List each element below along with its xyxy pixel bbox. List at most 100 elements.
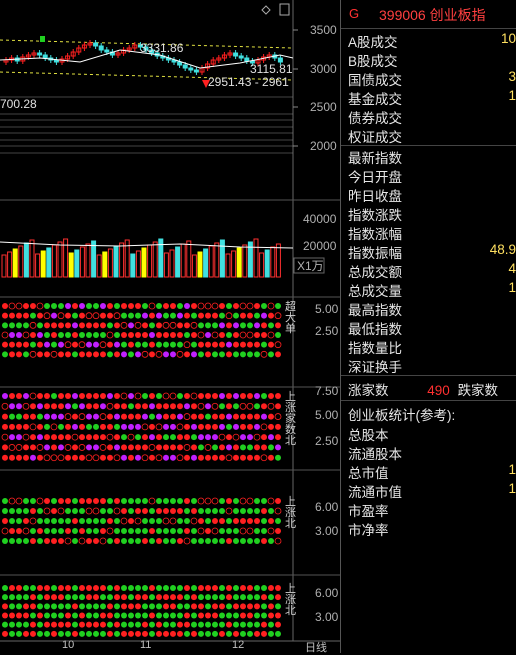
indicator-dot xyxy=(246,331,254,339)
indicator-dot xyxy=(30,444,36,451)
indicator-dot xyxy=(79,594,85,601)
info-label: 最新指数 xyxy=(348,151,402,166)
indicator-dot xyxy=(135,630,141,637)
indicator-dot xyxy=(78,444,86,451)
indicator-dot xyxy=(86,518,92,524)
indicator-dot xyxy=(191,444,197,451)
indicator-dot xyxy=(93,393,99,399)
indicator-dot xyxy=(121,444,127,451)
volume-bar xyxy=(29,239,35,278)
indicator-dot xyxy=(121,538,127,544)
indicator-dot xyxy=(65,322,71,329)
indicator-dot xyxy=(50,454,58,462)
indicator-dot xyxy=(16,413,22,420)
chart-area[interactable]: 3500 3000 2500 2000 3331.86 3115.81 2951.43 - … xyxy=(0,0,340,653)
indicator-dot xyxy=(114,423,120,430)
indicator-dot xyxy=(247,434,253,441)
indicator-dot xyxy=(23,312,29,319)
info-value: 1 xyxy=(508,462,516,477)
indicator-dot xyxy=(51,630,57,637)
indicator-dot xyxy=(219,528,225,534)
indicator-dot xyxy=(93,528,99,534)
indicator-dot xyxy=(219,621,225,628)
indicator-dot xyxy=(107,538,113,544)
index-title[interactable]: 399006 创业板指 xyxy=(379,5,486,25)
indicator-dot xyxy=(121,585,127,591)
indicator-dot xyxy=(254,393,260,399)
indicator-dot xyxy=(149,341,155,348)
indicator-dot xyxy=(191,603,197,610)
indicator-dot xyxy=(162,517,170,525)
indicator-dot xyxy=(37,454,43,461)
indicator-dot xyxy=(225,312,233,320)
indicator-dot xyxy=(233,303,239,309)
indicator-dot xyxy=(86,594,92,601)
indicator-dot xyxy=(177,312,183,319)
indicator-dot xyxy=(128,498,134,504)
indicator-dot xyxy=(100,612,106,619)
indicator-dot xyxy=(275,612,281,619)
indicator-dot xyxy=(233,508,239,514)
x-tick-label: 12 xyxy=(232,639,245,651)
indicator-dot xyxy=(169,517,177,525)
indicator-dot xyxy=(226,603,232,610)
indicator-dot xyxy=(184,351,190,358)
volume-bar xyxy=(130,253,136,278)
indicator-dot xyxy=(43,312,51,320)
indicator-dot xyxy=(72,621,78,628)
volume-bar xyxy=(79,246,85,278)
indicator-dot xyxy=(29,517,37,525)
indicator-dot xyxy=(30,413,36,420)
indicator-dot xyxy=(72,594,78,601)
indicator-dot xyxy=(44,303,50,309)
indicator-dot xyxy=(247,413,253,420)
indicator-dot xyxy=(226,403,232,410)
info-label: 流通股本 xyxy=(348,447,402,462)
indicator-dot xyxy=(114,518,120,524)
indicator-dot xyxy=(198,434,204,441)
indicator-dot xyxy=(212,393,218,399)
info-label: 总股本 xyxy=(348,428,389,443)
indicator-dot xyxy=(135,538,141,544)
indicator-dot xyxy=(190,321,198,329)
indicator-dot xyxy=(93,594,99,601)
indicator-dot xyxy=(170,303,176,309)
indicator-tick: 6.00 xyxy=(315,586,339,600)
indicator-dot xyxy=(254,612,260,619)
indicator-dot xyxy=(261,341,267,348)
indicator-dot xyxy=(72,454,78,461)
indicator-dot xyxy=(72,444,78,451)
candle-body xyxy=(104,49,110,53)
indicator-dot xyxy=(22,331,30,339)
indicator-dot xyxy=(128,528,134,534)
indicator-dot xyxy=(149,454,155,461)
indicator-dot xyxy=(219,312,225,319)
indicator-dot xyxy=(120,392,128,400)
indicator-dot xyxy=(149,518,155,524)
indicator-dot xyxy=(100,303,106,309)
candle-body xyxy=(233,52,239,57)
indicator-dot xyxy=(212,594,218,601)
chart-canvas[interactable]: 3500 3000 2500 2000 3331.86 3115.812951.43 - … xyxy=(0,0,340,653)
indicator-dot xyxy=(163,351,169,358)
indicator-dot xyxy=(99,341,107,349)
volume-bar xyxy=(7,251,13,278)
info-label: B股成交 xyxy=(348,54,398,69)
indicator-dot xyxy=(86,423,92,430)
indicator-dot xyxy=(2,303,8,309)
indicator-dot xyxy=(72,403,78,410)
indicator-dot xyxy=(43,454,51,462)
indicator-dot xyxy=(72,498,78,504)
volume-unit: X1万 xyxy=(297,259,324,273)
indicator-dot xyxy=(93,444,99,451)
indicator-tick: 2.50 xyxy=(315,324,339,338)
indicator-dot xyxy=(23,612,29,619)
indicator-dot xyxy=(79,423,85,430)
indicator-dot xyxy=(37,423,43,430)
indicator-dot xyxy=(155,423,163,431)
indicator-dot xyxy=(184,454,190,461)
indicator-dot xyxy=(246,402,254,410)
x-axis-bar: 10 11 12 日线 xyxy=(0,639,340,654)
indicator-dot xyxy=(93,630,99,637)
indicator-dot xyxy=(155,454,163,462)
